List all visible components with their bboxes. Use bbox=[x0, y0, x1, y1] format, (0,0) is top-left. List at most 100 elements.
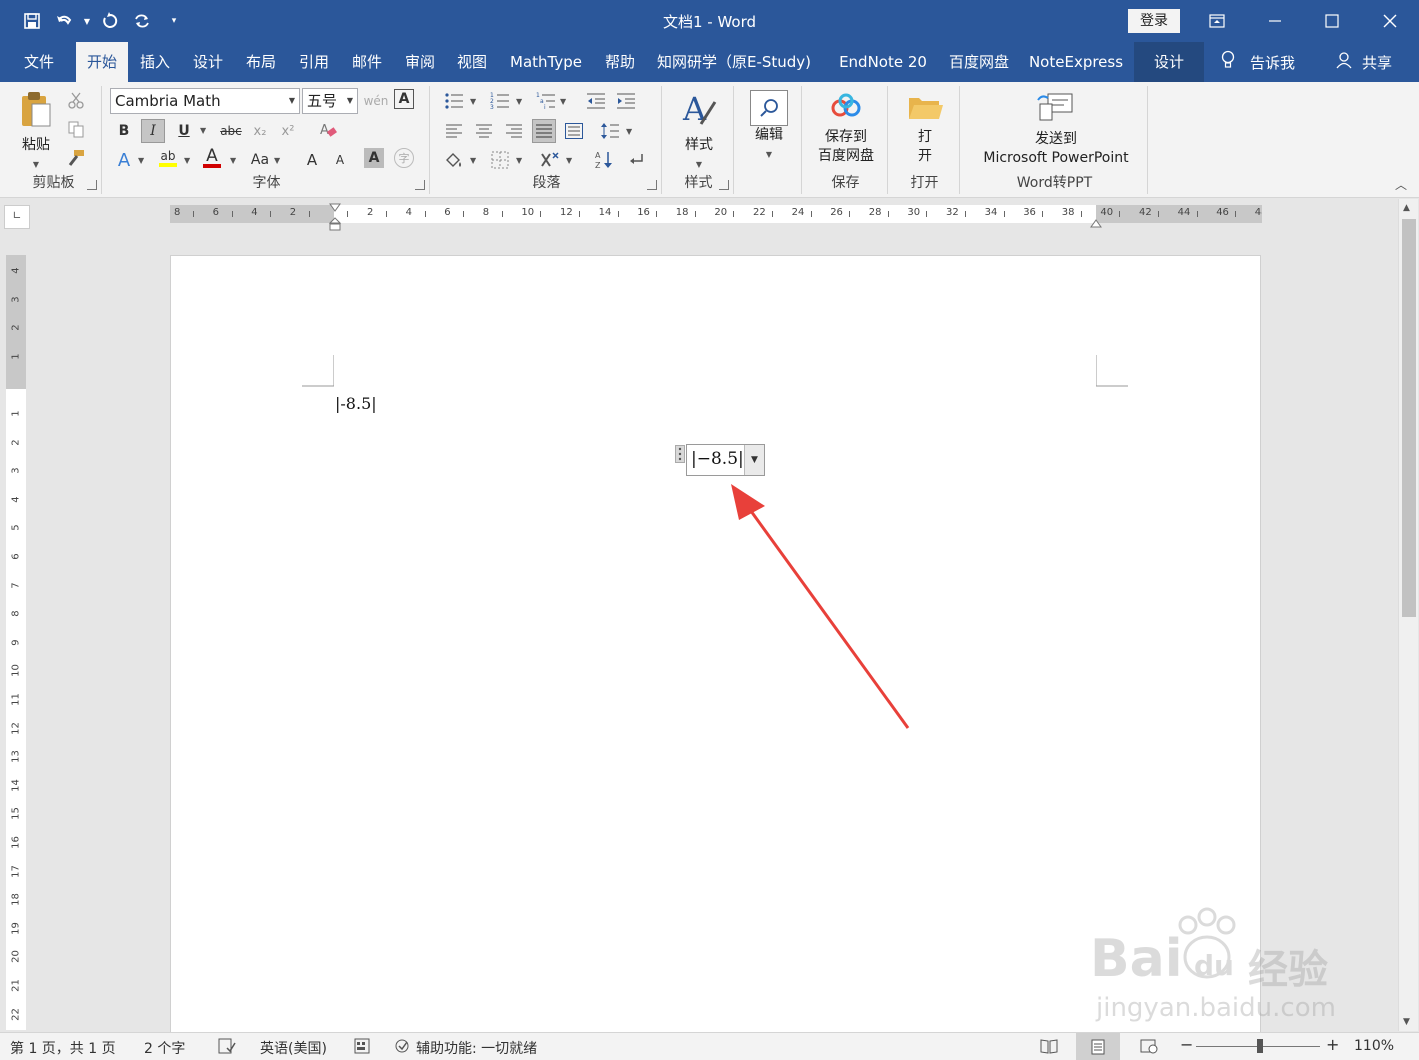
change-case-dropdown-icon[interactable]: ▼ bbox=[274, 156, 280, 165]
zoom-out-icon[interactable]: − bbox=[1180, 1035, 1193, 1054]
editing-dropdown-icon[interactable]: ▼ bbox=[746, 145, 792, 164]
vertical-scrollbar[interactable]: ▲ ▼ bbox=[1398, 199, 1418, 1031]
font-color-button[interactable]: A bbox=[200, 146, 224, 170]
page-count[interactable]: 第 1 页，共 1 页 bbox=[10, 1038, 116, 1058]
first-line-indent-icon[interactable] bbox=[329, 201, 341, 217]
font-name-dropdown-icon[interactable]: ▼ bbox=[289, 89, 295, 113]
open-button[interactable]: 打 开 bbox=[900, 92, 950, 166]
enclose-chars-button[interactable]: 字 bbox=[394, 148, 414, 168]
text-effects-dropdown-icon[interactable]: ▼ bbox=[138, 156, 144, 165]
save-to-baidu-button[interactable]: 保存到 百度网盘 bbox=[810, 92, 882, 166]
copy-icon[interactable] bbox=[64, 117, 88, 141]
multilevel-dropdown-icon[interactable]: ▼ bbox=[560, 97, 566, 106]
tab-mailings[interactable]: 邮件 bbox=[342, 42, 392, 82]
cut-icon[interactable] bbox=[64, 88, 88, 112]
font-name-combo[interactable]: Cambria Math ▼ bbox=[110, 88, 300, 114]
bullets-icon[interactable] bbox=[442, 89, 466, 113]
clear-formatting-icon[interactable]: A bbox=[316, 119, 340, 143]
highlight-button[interactable]: ab bbox=[156, 146, 180, 170]
clipboard-launcher-icon[interactable] bbox=[87, 180, 97, 190]
equation-handle-icon[interactable] bbox=[675, 445, 685, 463]
right-indent-icon[interactable] bbox=[1090, 217, 1102, 233]
font-size-combo[interactable]: 五号 ▼ bbox=[302, 88, 358, 114]
underline-dropdown-icon[interactable]: ▼ bbox=[200, 126, 206, 135]
font-launcher-icon[interactable] bbox=[415, 180, 425, 190]
tab-file[interactable]: 文件 bbox=[12, 42, 66, 82]
numbering-dropdown-icon[interactable]: ▼ bbox=[516, 97, 522, 106]
print-layout-icon[interactable] bbox=[1076, 1033, 1120, 1060]
paste-button[interactable]: 粘贴 ▼ bbox=[14, 90, 58, 174]
tab-view[interactable]: 视图 bbox=[447, 42, 497, 82]
multilevel-list-icon[interactable]: 1ai bbox=[534, 89, 558, 113]
tab-baidu-netdisk[interactable]: 百度网盘 bbox=[942, 42, 1016, 82]
minimize-icon[interactable] bbox=[1246, 0, 1304, 42]
phonetic-guide-icon[interactable]: wén bbox=[364, 89, 389, 113]
accessibility-status[interactable]: 辅助功能: 一切就绪 bbox=[416, 1038, 537, 1058]
format-painter-icon[interactable] bbox=[64, 146, 88, 170]
language-indicator[interactable]: 英语(美国) bbox=[260, 1038, 327, 1058]
editing-button[interactable]: 编辑 ▼ bbox=[746, 90, 792, 164]
tab-mathtype[interactable]: MathType bbox=[503, 42, 589, 82]
hanging-indent-icon[interactable] bbox=[328, 217, 342, 235]
tab-references[interactable]: 引用 bbox=[289, 42, 339, 82]
share-button[interactable]: 共享 bbox=[1336, 42, 1392, 82]
font-color-dropdown-icon[interactable]: ▼ bbox=[230, 156, 236, 165]
send-to-powerpoint-button[interactable]: 发送到 Microsoft PowerPoint bbox=[968, 92, 1144, 168]
borders-dropdown-icon[interactable]: ▼ bbox=[516, 156, 522, 165]
decrease-indent-icon[interactable] bbox=[584, 89, 608, 113]
borders-icon[interactable] bbox=[488, 148, 512, 172]
numbering-icon[interactable]: 123 bbox=[488, 89, 512, 113]
word-count[interactable]: 2 个字 bbox=[144, 1038, 185, 1058]
zoom-in-icon[interactable]: + bbox=[1326, 1035, 1339, 1054]
tell-me[interactable]: 告诉我 bbox=[1220, 42, 1295, 82]
tab-review[interactable]: 审阅 bbox=[395, 42, 445, 82]
line-spacing-icon[interactable] bbox=[598, 119, 622, 143]
char-border-icon[interactable]: A bbox=[394, 89, 414, 109]
tab-insert[interactable]: 插入 bbox=[130, 42, 180, 82]
login-button[interactable]: 登录 bbox=[1128, 9, 1180, 33]
equation-container[interactable]: |−8.5| ▼ bbox=[675, 444, 765, 476]
tab-equation-design[interactable]: 设计 bbox=[1134, 42, 1204, 82]
paragraph-launcher-icon[interactable] bbox=[647, 180, 657, 190]
increase-indent-icon[interactable] bbox=[614, 89, 638, 113]
bullets-dropdown-icon[interactable]: ▼ bbox=[470, 97, 476, 106]
shrink-font-button[interactable]: A bbox=[328, 148, 352, 172]
zoom-level[interactable]: 110% bbox=[1354, 1038, 1394, 1054]
highlight-dropdown-icon[interactable]: ▼ bbox=[184, 156, 190, 165]
strikethrough-button[interactable]: abc bbox=[216, 119, 246, 143]
change-case-button[interactable]: Aa bbox=[248, 148, 272, 172]
collapse-ribbon-icon[interactable]: ︿ bbox=[1395, 176, 1407, 193]
scroll-down-icon[interactable]: ▼ bbox=[1403, 1017, 1410, 1027]
scroll-thumb[interactable] bbox=[1402, 219, 1416, 617]
subscript-button[interactable]: x₂ bbox=[248, 119, 272, 143]
char-shading-button[interactable]: A bbox=[364, 148, 384, 168]
maximize-icon[interactable] bbox=[1303, 0, 1361, 42]
tab-design[interactable]: 设计 bbox=[183, 42, 233, 82]
equation-options-icon[interactable]: ▼ bbox=[744, 445, 764, 475]
italic-button[interactable]: I bbox=[141, 119, 165, 143]
tab-cnki-estudy[interactable]: 知网研学（原E-Study) bbox=[650, 42, 818, 82]
close-icon[interactable] bbox=[1361, 0, 1419, 42]
tab-endnote[interactable]: EndNote 20 bbox=[832, 42, 934, 82]
justify-icon[interactable] bbox=[532, 119, 556, 143]
line-spacing-dropdown-icon[interactable]: ▼ bbox=[626, 127, 632, 136]
equation-value[interactable]: |−8.5| bbox=[691, 449, 744, 469]
chinese-layout-icon[interactable] bbox=[538, 148, 562, 172]
proofing-icon[interactable] bbox=[218, 1038, 236, 1058]
zoom-slider-thumb[interactable] bbox=[1257, 1039, 1263, 1053]
bold-button[interactable]: B bbox=[112, 119, 136, 143]
sort-icon[interactable]: AZ bbox=[592, 148, 616, 172]
grow-font-button[interactable]: A bbox=[300, 148, 324, 172]
tab-home[interactable]: 开始 bbox=[76, 42, 128, 82]
font-size-dropdown-icon[interactable]: ▼ bbox=[347, 89, 353, 113]
chinese-layout-dropdown-icon[interactable]: ▼ bbox=[566, 156, 572, 165]
shading-icon[interactable] bbox=[442, 148, 466, 172]
read-mode-icon[interactable] bbox=[1040, 1038, 1058, 1058]
styles-launcher-icon[interactable] bbox=[719, 180, 729, 190]
ribbon-display-icon[interactable] bbox=[1188, 0, 1246, 42]
vertical-ruler[interactable]: 4 3 2 1 1 2 3 4 5 6 7 8 9 10 11 12 13 14 15 16 17 18 19 20 21 22 bbox=[6, 255, 26, 1030]
tab-help[interactable]: 帮助 bbox=[598, 42, 642, 82]
tab-layout[interactable]: 布局 bbox=[236, 42, 286, 82]
styles-button[interactable]: A 样式 ▼ bbox=[674, 90, 724, 174]
accessibility-icon[interactable] bbox=[394, 1038, 412, 1058]
